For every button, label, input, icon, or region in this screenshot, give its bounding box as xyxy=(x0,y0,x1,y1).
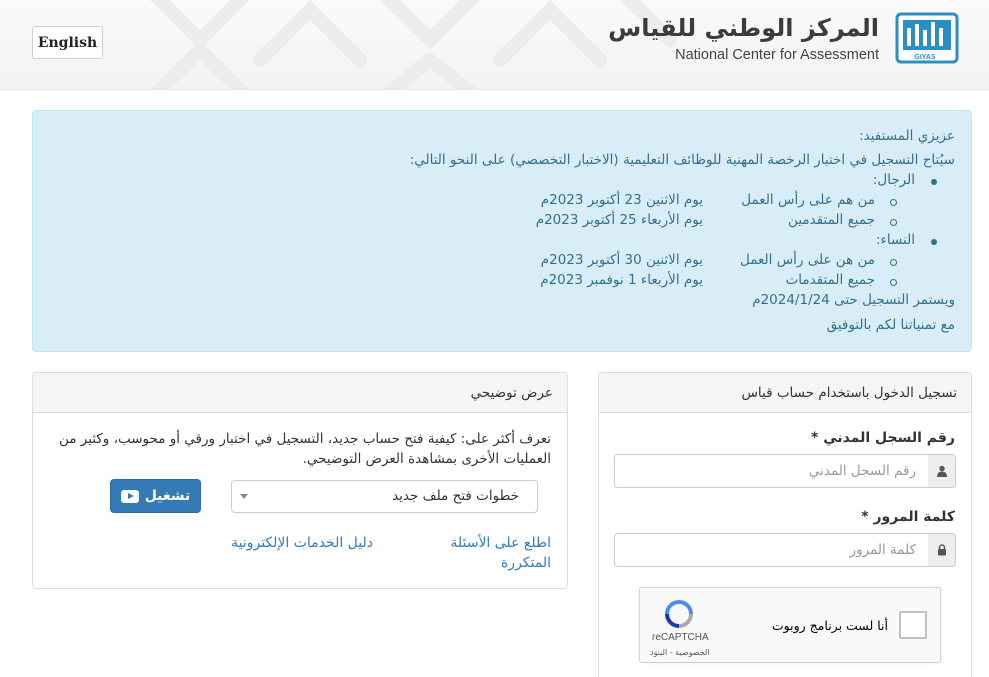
alert-intro: سيُتاح التسجيل في اختبار الرخصة المهنية … xyxy=(409,152,955,168)
men-item-who: جميع المتقدمين xyxy=(788,212,875,228)
recaptcha-label: أنا لست برنامج روبوت xyxy=(771,618,888,633)
national-id-input[interactable]: رقم السجل المدني xyxy=(614,454,929,488)
registration-continues: ويستمر التسجيل حتى 2024/1/24م xyxy=(752,292,955,308)
english-language-button[interactable]: English xyxy=(32,26,103,59)
men-label: الرجال: xyxy=(872,172,915,188)
women-item-date: يوم الاثنين 30 أكتوبر 2023م xyxy=(540,252,703,268)
registration-announcement: عزيزي المستفيد: سيُتاح التسجيل في اختبار… xyxy=(32,110,972,352)
lock-icon xyxy=(928,533,956,567)
chevron-down-icon xyxy=(240,494,248,499)
women-item-who: جميع المتقدمات xyxy=(785,272,875,288)
circle-bullet-icon xyxy=(890,199,897,206)
national-id-group: رقم السجل المدني xyxy=(614,454,956,488)
recaptcha-widget: أنا لست برنامج روبوت reCAPTCHA الخصوصية … xyxy=(639,587,941,663)
demo-panel-title: عرض توضيحي xyxy=(33,373,567,413)
qiyas-logo-icon: GIYAS xyxy=(895,12,959,64)
demo-panel: عرض توضيحي تعرف أكثر على: كيفية فتح حساب… xyxy=(32,372,568,589)
demo-description: تعرف أكثر على: كيفية فتح حساب جديد، التس… xyxy=(58,431,551,467)
men-item-who: من هم على رأس العمل xyxy=(741,192,875,208)
recaptcha-checkbox[interactable] xyxy=(899,611,927,639)
password-group: كلمة المرور xyxy=(614,533,956,567)
women-item-date: يوم الأربعاء 1 نوفمبر 2023م xyxy=(540,272,703,288)
user-icon xyxy=(928,454,956,488)
site-header: English المركز الوطني للقياس National Ce… xyxy=(0,0,989,90)
national-id-label: رقم السجل المدني * xyxy=(811,430,955,446)
women-label: النساء: xyxy=(876,232,915,248)
password-label: كلمة المرور * xyxy=(861,509,955,525)
faq-link[interactable]: اطلع على الأسئلة المتكررة xyxy=(431,533,551,573)
men-item-date: يوم الاثنين 23 أكتوبر 2023م xyxy=(540,192,703,208)
circle-bullet-icon xyxy=(890,279,897,286)
circle-bullet-icon xyxy=(890,219,897,226)
logo-english-name: National Center for Assessment xyxy=(675,47,879,63)
login-panel-title: تسجيل الدخول باستخدام حساب قياس xyxy=(599,373,971,413)
demo-topic-select-value: خطوات فتح ملف جديد xyxy=(392,488,519,504)
bullet-icon xyxy=(931,239,937,245)
alert-greeting: عزيزي المستفيد: xyxy=(859,128,955,144)
youtube-play-icon xyxy=(120,489,139,503)
women-item-who: من هن على رأس العمل xyxy=(740,252,875,268)
logo-mark-text: GIYAS xyxy=(914,54,935,61)
circle-bullet-icon xyxy=(890,259,897,266)
eservices-guide-link[interactable]: دليل الخدمات الإلكترونية xyxy=(213,533,373,553)
bullet-icon xyxy=(931,179,937,185)
alert-wishes: مع تمنياتنا لكم بالتوفيق xyxy=(826,317,955,333)
login-panel: تسجيل الدخول باستخدام حساب قياس رقم السج… xyxy=(598,372,972,677)
demo-topic-select[interactable]: خطوات فتح ملف جديد xyxy=(231,480,538,513)
logo-arabic-name: المركز الوطني للقياس xyxy=(608,14,879,42)
play-button-label: تشغيل xyxy=(144,488,191,504)
recaptcha-terms[interactable]: الخصوصية - البنود xyxy=(650,648,710,657)
recaptcha-brand: reCAPTCHA xyxy=(652,632,709,643)
play-button[interactable]: تشغيل xyxy=(110,479,201,513)
password-input[interactable]: كلمة المرور xyxy=(614,533,929,567)
recaptcha-logo-icon xyxy=(665,600,693,628)
men-item-date: يوم الأربعاء 25 أكتوبر 2023م xyxy=(535,212,703,228)
